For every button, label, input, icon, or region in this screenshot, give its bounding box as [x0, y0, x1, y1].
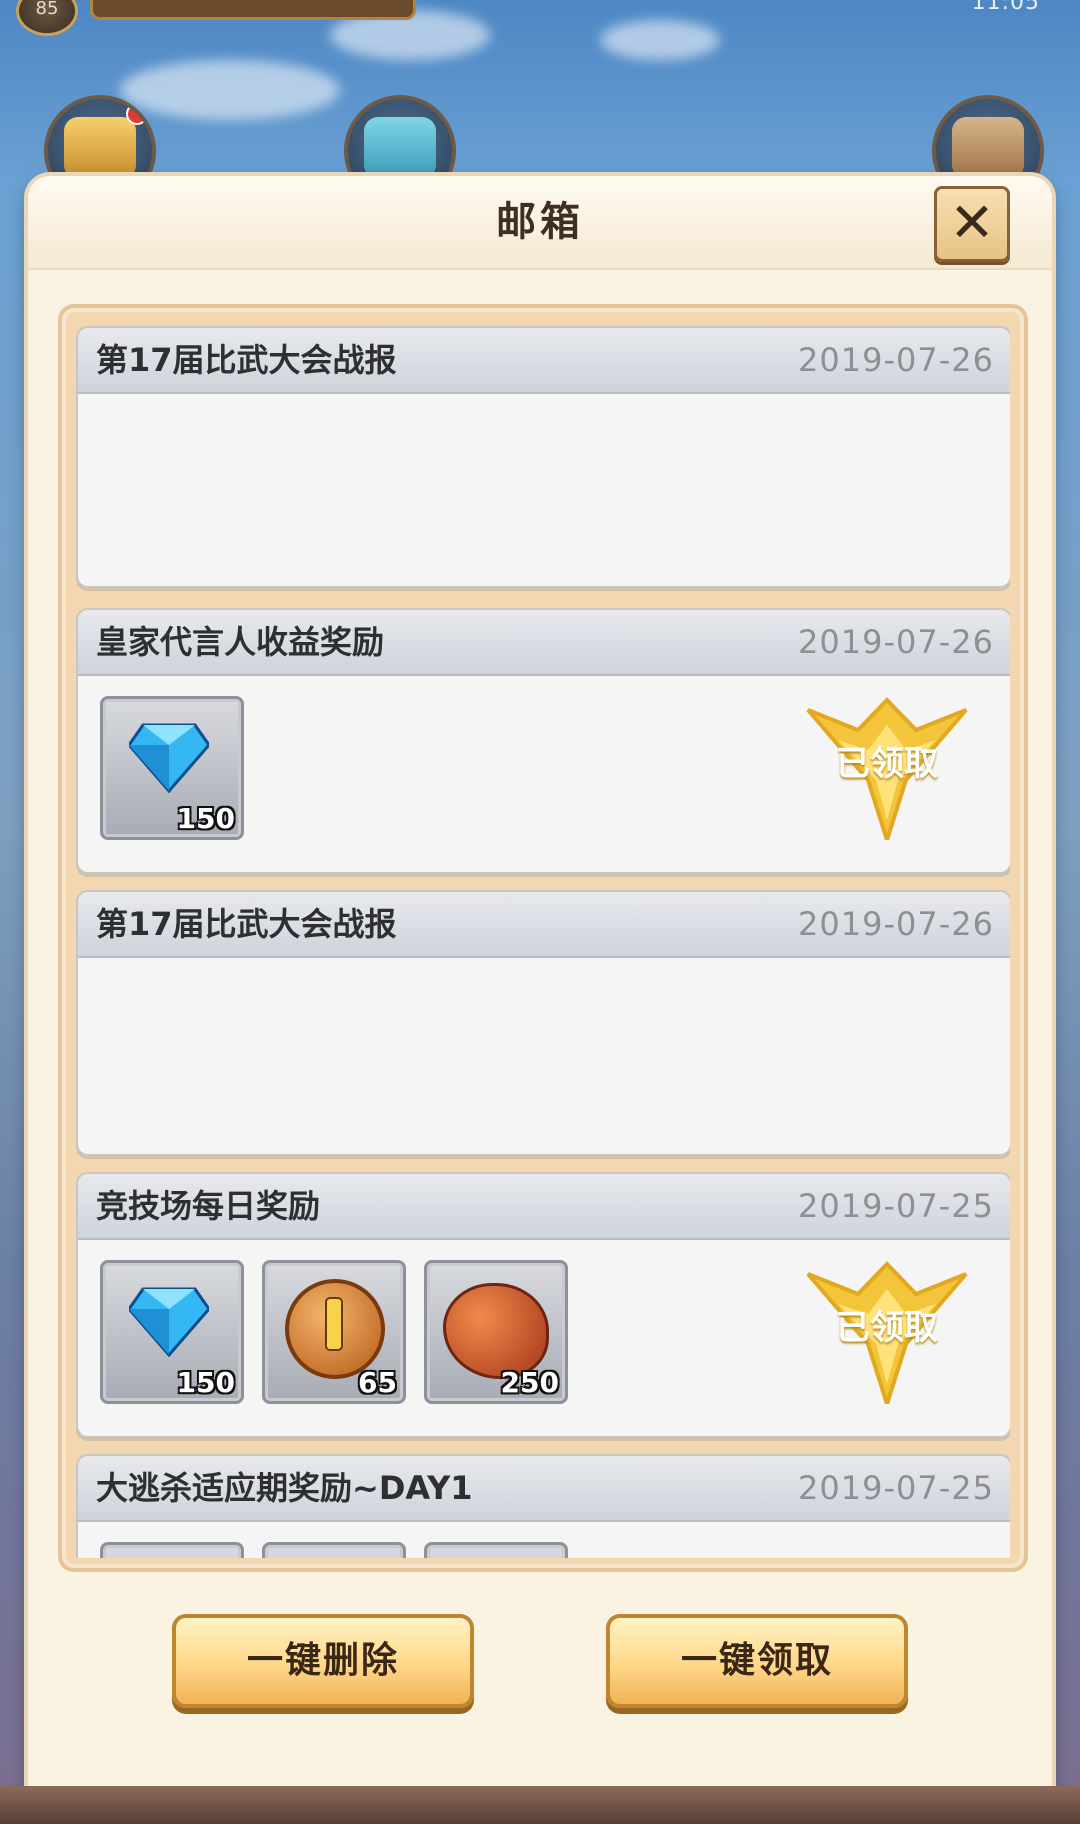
claimed-badge: 已领取: [798, 1254, 976, 1404]
claim-all-button[interactable]: 一键领取: [606, 1614, 908, 1708]
mail-date: 2019-07-26: [798, 623, 994, 661]
gold-coin-icon: [285, 1279, 385, 1379]
mail-header: 大逃杀适应期奖励~DAY1 2019-07-25: [78, 1456, 1010, 1522]
dialog-header: 邮箱 ✕: [28, 176, 1052, 270]
notification-dot: [126, 103, 148, 125]
delete-all-label: 一键删除: [246, 1640, 399, 1681]
diamond-icon: [129, 723, 209, 793]
mail-title: 第17届比武大会战报: [96, 905, 397, 943]
close-icon: ✕: [949, 191, 995, 254]
reward-quantity: 150: [176, 1366, 235, 1399]
experience-bar: [90, 0, 416, 20]
reward-item-diamond[interactable]: 150: [100, 696, 244, 840]
mail-item[interactable]: 大逃杀适应期奖励~DAY1 2019-07-25: [76, 1454, 1010, 1558]
background-cloud: [120, 60, 340, 120]
ore-icon: [443, 1283, 549, 1379]
reward-quantity: 150: [176, 802, 235, 835]
reward-item[interactable]: [262, 1542, 406, 1558]
close-button[interactable]: ✕: [934, 186, 1010, 262]
mail-title: 竞技场每日奖励: [96, 1187, 321, 1225]
player-level-badge[interactable]: 85: [16, 0, 78, 36]
mail-item[interactable]: 第17届比武大会战报 2019-07-26: [76, 890, 1010, 1156]
bottom-navigation-bar: [0, 1786, 1080, 1824]
reward-item-coin[interactable]: 65: [262, 1260, 406, 1404]
mail-header: 第17届比武大会战报 2019-07-26: [78, 892, 1010, 958]
dialog-title: 邮箱: [496, 199, 584, 245]
reward-item[interactable]: [100, 1542, 244, 1558]
mail-date: 2019-07-25: [798, 1187, 994, 1225]
reward-quantity: 65: [358, 1366, 397, 1399]
mail-item[interactable]: 皇家代言人收益奖励 2019-07-26 150 已领取: [76, 608, 1010, 874]
clock-text: 11:05: [971, 0, 1040, 15]
claimed-badge: 已领取: [798, 690, 976, 840]
mail-header: 皇家代言人收益奖励 2019-07-26: [78, 610, 1010, 676]
reward-quantity: 250: [500, 1366, 559, 1399]
mail-date: 2019-07-26: [798, 341, 994, 379]
mail-title: 第17届比武大会战报: [96, 341, 397, 379]
diamond-icon: [129, 1287, 209, 1357]
reward-item[interactable]: [424, 1542, 568, 1558]
mail-item[interactable]: 第17届比武大会战报 2019-07-26: [76, 326, 1010, 588]
delete-all-button[interactable]: 一键删除: [172, 1614, 474, 1708]
mail-item[interactable]: 竞技场每日奖励 2019-07-25 150 65 250 已领取: [76, 1172, 1010, 1438]
mail-date: 2019-07-25: [798, 1469, 994, 1507]
claimed-label: 已领取: [836, 744, 938, 784]
mail-title: 大逃杀适应期奖励~DAY1: [96, 1469, 473, 1507]
mail-header: 第17届比武大会战报 2019-07-26: [78, 328, 1010, 394]
mail-list-frame: 第17届比武大会战报 2019-07-26 皇家代言人收益奖励 2019-07-…: [58, 304, 1028, 1572]
player-status-bar: 85 11:05: [0, 0, 1080, 40]
claim-all-label: 一键领取: [680, 1640, 833, 1681]
reward-item-diamond[interactable]: 150: [100, 1260, 244, 1404]
claimed-label: 已领取: [836, 1308, 938, 1348]
mail-list[interactable]: 第17届比武大会战报 2019-07-26 皇家代言人收益奖励 2019-07-…: [76, 320, 1010, 1558]
mail-title: 皇家代言人收益奖励: [96, 623, 385, 661]
mail-date: 2019-07-26: [798, 905, 994, 943]
mail-header: 竞技场每日奖励 2019-07-25: [78, 1174, 1010, 1240]
reward-item-ore[interactable]: 250: [424, 1260, 568, 1404]
